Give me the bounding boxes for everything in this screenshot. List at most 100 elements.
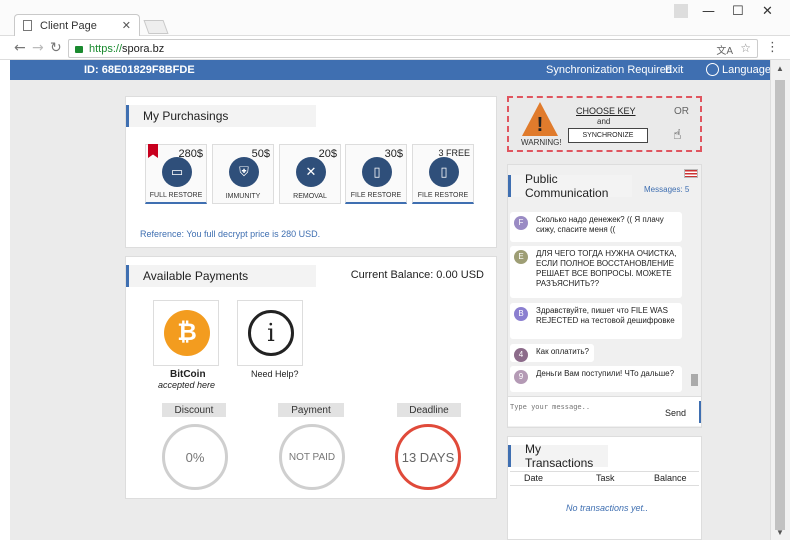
browser-tabbar: Client Page ✕ — ☐ ✕ (0, 0, 790, 36)
deadline-label: Deadline (397, 403, 461, 417)
chat-message: 4 Как оплатить? (510, 344, 594, 362)
avatar: B (514, 307, 528, 321)
send-button[interactable]: Send (665, 408, 686, 418)
chat-message: E ДЛЯ ЧЕГО ТОГДА НУЖНА ОЧИСТКА, ЕСЛИ ПОЛ… (510, 246, 682, 298)
column-header: Balance (654, 473, 687, 483)
us-flag-icon[interactable] (684, 169, 698, 178)
browser-menu-icon[interactable]: ⋮ (766, 40, 779, 55)
send-accent (699, 401, 701, 423)
message-text: Сколько надо денежек? (( Я плачу сижу, с… (536, 215, 664, 234)
tools-icon: ✕ (296, 157, 326, 187)
file-icon: ▯ (362, 157, 392, 187)
discount-gauge: 0% (162, 424, 228, 490)
close-tab-icon[interactable]: ✕ (122, 19, 131, 32)
page-scrollbar[interactable]: ▲ ▼ (770, 60, 790, 540)
card-label: FILE RESTORE (417, 192, 469, 199)
reference-text: Reference: You full decrypt price is 280… (140, 229, 321, 239)
warning-box: ! WARNING! CHOOSE KEY and OR SYNCHRONIZE… (507, 96, 702, 152)
address-bar: ← → ↻ https:// spora.bz 文A ☆ (0, 36, 790, 60)
current-balance: Current Balance: 0.00 USD (350, 269, 484, 281)
message-text: ДЛЯ ЧЕГО ТОГДА НУЖНА ОЧИСТКА, ЕСЛИ ПОЛНО… (536, 249, 677, 288)
purchase-card-removal[interactable]: 20$ ✕ REMOVAL (279, 144, 341, 204)
forward-icon[interactable]: → (32, 40, 44, 56)
card-label: IMMUNITY (225, 193, 261, 200)
transactions-panel: My Transactions Date Task Balance No tra… (507, 436, 702, 540)
chat-message: 9 Деньги Вам поступили! ЧТо дальше? (510, 366, 682, 392)
transactions-title: My Transactions (508, 442, 608, 470)
scroll-down-icon[interactable]: ▼ (776, 528, 784, 537)
bitcoin-icon: ₿ (164, 310, 210, 356)
sync-required-link[interactable]: Synchronization Required (546, 64, 672, 76)
card-price: 50$ (251, 148, 270, 160)
bitcoin-option[interactable]: ₿ (153, 300, 219, 366)
minimize-icon[interactable]: — (702, 4, 715, 19)
chat-scroll-thumb[interactable] (691, 374, 698, 386)
purchase-card-free-restore[interactable]: 3 FREE ▯ FILE RESTORE (412, 144, 474, 204)
browser-tab[interactable]: Client Page ✕ (14, 14, 140, 36)
purchase-card-immunity[interactable]: 50$ ⛨ IMMUNITY (212, 144, 274, 204)
divider (510, 471, 699, 472)
message-text: Деньги Вам поступили! ЧТо дальше? (536, 369, 675, 378)
back-icon[interactable]: ← (14, 40, 26, 56)
avatar: F (514, 216, 528, 230)
card-label: REMOVAL (293, 193, 327, 200)
language-link[interactable]: Language (722, 64, 771, 76)
discount-label: Discount (162, 403, 226, 417)
message-input[interactable] (510, 400, 640, 414)
choose-key-link[interactable]: CHOOSE KEY (576, 106, 636, 116)
new-tab-button[interactable] (143, 20, 169, 34)
warning-icon: ! (522, 102, 558, 136)
avatar: 4 (514, 348, 528, 362)
payment-gauge: NOT PAID (279, 424, 345, 490)
avatar: E (514, 250, 528, 264)
help-option[interactable]: i (237, 300, 303, 366)
communication-title: Public Communication (508, 172, 632, 200)
or-text: OR (674, 106, 689, 117)
hand-cursor-icon: ☝ (673, 127, 682, 143)
card-price: 20$ (318, 148, 337, 160)
info-icon: i (248, 310, 294, 356)
page-icon (23, 20, 32, 31)
synchronize-button[interactable]: SYNCHRONIZE (568, 128, 648, 143)
purchasings-title: My Purchasings (126, 105, 316, 127)
column-header: Date (524, 473, 544, 483)
help-label[interactable]: Need Help? (251, 369, 299, 379)
scrollbar-thumb[interactable] (775, 80, 785, 530)
empty-transactions: No transactions yet.. (566, 503, 649, 513)
message-text: Здравствуйте, пишет что FILE WAS REJECTE… (536, 306, 675, 325)
chat-message: B Здравствуйте, пишет что FILE WAS REJEC… (510, 303, 682, 339)
purchase-card-full-restore[interactable]: 280$ ▭ FULL RESTORE (145, 144, 207, 204)
card-label: FILE RESTORE (350, 192, 402, 199)
bitcoin-label: BitCoin (170, 369, 206, 380)
divider (510, 485, 699, 486)
bookmark-star-icon[interactable]: ☆ (740, 41, 751, 55)
svg-text:!: ! (537, 114, 544, 136)
globe-icon (706, 63, 719, 76)
purchase-card-file-restore[interactable]: 30$ ▯ FILE RESTORE (345, 144, 407, 204)
app-header: ID: 68E01829F8BFDE Synchronization Requi… (10, 60, 771, 80)
chat-message: F Сколько надо денежек? (( Я плачу сижу,… (510, 212, 682, 242)
user-icon[interactable] (674, 4, 688, 18)
payment-label: Payment (278, 403, 344, 417)
message-text: Как оплатить? (536, 347, 589, 356)
message-compose: Send (508, 396, 701, 426)
close-window-icon[interactable]: ✕ (762, 4, 773, 19)
avatar: 9 (514, 370, 528, 384)
reload-icon[interactable]: ↻ (50, 40, 62, 56)
tab-title: Client Page (40, 19, 97, 32)
url-field[interactable]: https:// spora.bz 文A ☆ (68, 39, 758, 58)
translate-icon[interactable]: 文A (716, 42, 733, 57)
laptop-icon: ▭ (162, 157, 192, 187)
card-label: FULL RESTORE (149, 192, 203, 199)
lock-icon (75, 46, 83, 53)
column-header: Task (596, 473, 615, 483)
messages-count: Messages: 5 (644, 185, 690, 194)
file-icon: ▯ (429, 157, 459, 187)
scroll-up-icon[interactable]: ▲ (776, 64, 784, 73)
warning-text: WARNING! (521, 138, 562, 147)
maximize-icon[interactable]: ☐ (732, 4, 744, 19)
exit-link[interactable]: Exit (665, 64, 683, 76)
card-price: 30$ (384, 148, 403, 160)
victim-id: ID: 68E01829F8BFDE (84, 64, 195, 76)
deadline-gauge: 13 DAYS (395, 424, 461, 490)
